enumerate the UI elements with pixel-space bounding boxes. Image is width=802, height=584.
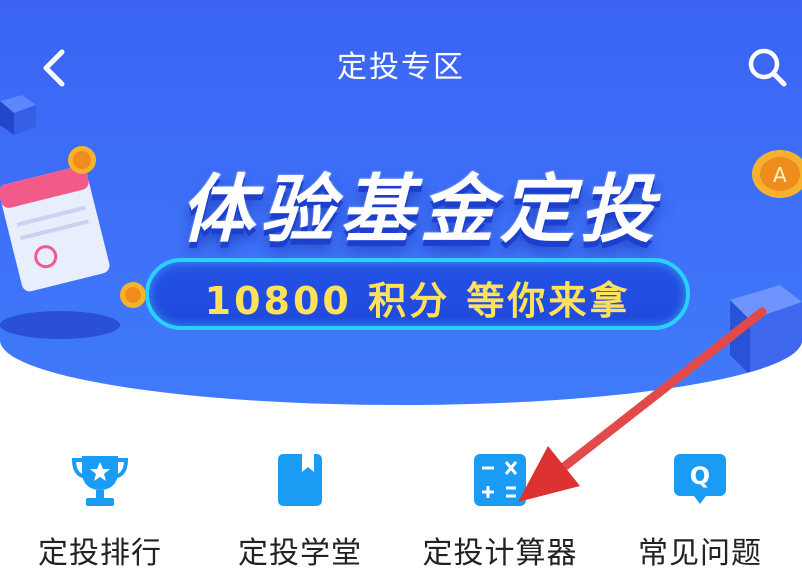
banner-subline: 10800 积分 等你来拿 [204, 279, 631, 323]
calculator-icon [474, 454, 526, 506]
svg-text:Q: Q [690, 462, 710, 490]
trophy-icon [71, 456, 129, 506]
svg-text:A: A [773, 163, 787, 187]
question-bubble-icon: Q [674, 454, 726, 504]
search-icon [748, 48, 787, 87]
nav-item-calculator[interactable]: 定投计算器 [400, 450, 600, 580]
coin-small-decoration [120, 282, 146, 308]
coin-decoration: A [752, 150, 802, 198]
top-bar: 定投专区 [0, 0, 802, 120]
nav-label: 定投排行 [38, 536, 162, 571]
banner-subline-pill: 10800 积分 等你来拿 [145, 258, 690, 330]
nav-item-ranking[interactable]: 定投排行 [0, 450, 200, 580]
search-button[interactable] [740, 40, 796, 96]
nav-label: 定投计算器 [422, 536, 578, 571]
nav-label: 常见问题 [638, 536, 762, 571]
calendar-illustration [0, 146, 120, 339]
cube-decoration-right [730, 285, 802, 375]
nav-item-school[interactable]: 定投学堂 [200, 450, 400, 580]
banner-headline: 体验基金定投 [180, 167, 660, 253]
book-icon [278, 454, 322, 506]
page-title: 定投专区 [337, 50, 465, 85]
hero-banner[interactable]: A 定投专区 体验基金定投 10800 积分 等你来拿 [0, 0, 802, 405]
nav-item-faq[interactable]: Q 常见问题 [600, 450, 800, 580]
nav-label: 定投学堂 [238, 536, 362, 571]
